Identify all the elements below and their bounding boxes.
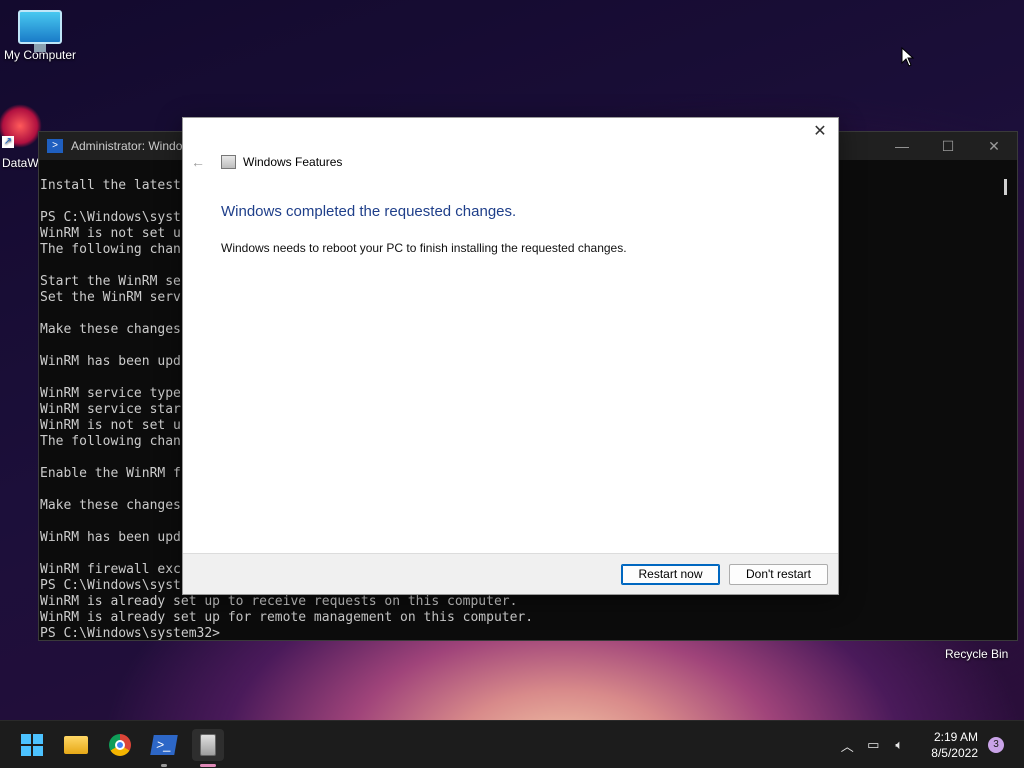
restart-now-button[interactable]: Restart now	[621, 564, 720, 585]
system-tray: ︿ ▭ 🔈︎ 2:19 AM 8/5/2022 3	[835, 721, 1024, 768]
chrome-button[interactable]	[104, 729, 136, 761]
dont-restart-button[interactable]: Don't restart	[729, 564, 828, 585]
chrome-icon	[109, 734, 131, 756]
recycle-bin-label[interactable]: Recycle Bin	[945, 647, 1008, 661]
chevron-up-icon[interactable]: ︿	[835, 736, 859, 755]
close-icon[interactable]: ✕	[810, 122, 830, 142]
active-indicator	[200, 764, 216, 767]
back-arrow-icon[interactable]: ←	[191, 154, 207, 170]
windows-features-taskbar-button[interactable]	[192, 729, 224, 767]
close-icon[interactable]: ✕	[971, 138, 1017, 155]
datawin-app-icon: ↗	[0, 104, 42, 148]
start-button[interactable]	[16, 729, 48, 761]
powershell-icon: >	[47, 139, 63, 153]
maximize-icon[interactable]: ☐	[925, 138, 971, 155]
windows-features-icon	[221, 155, 236, 169]
dialog-footer: Restart now Don't restart	[183, 553, 838, 594]
folder-icon	[64, 736, 88, 754]
scrollbar-thumb[interactable]	[1004, 179, 1007, 195]
console-line: PS C:\Windows\system32>	[40, 626, 221, 641]
terminal-title: Administrator: Windo	[71, 139, 183, 153]
notification-badge[interactable]: 3	[988, 737, 1004, 753]
dialog-message: Windows needs to reboot your PC to finis…	[221, 241, 627, 255]
shortcut-arrow-icon: ↗	[2, 136, 14, 148]
console-line: WinRM is already set up for remote manag…	[40, 610, 534, 625]
taskbar: >_ ︿ ▭ 🔈︎ 2:19 AM 8/5/2022 3	[0, 720, 1024, 768]
windows-logo-icon	[21, 734, 43, 756]
powershell-button[interactable]: >_	[148, 729, 180, 767]
console-line: WinRM is already set up to receive reque…	[40, 594, 518, 609]
network-icon[interactable]: ▭	[861, 737, 885, 753]
clock-time: 2:19 AM	[933, 730, 978, 744]
file-explorer-button[interactable]	[60, 729, 92, 761]
clock-date: 8/5/2022	[931, 746, 978, 760]
clock[interactable]: 2:19 AM 8/5/2022	[931, 729, 978, 761]
monitor-icon	[18, 10, 62, 52]
datawin-label: DataW	[2, 156, 39, 170]
dialog-heading: Windows completed the requested changes.	[221, 203, 517, 220]
my-computer-desktop-icon[interactable]: My Computer	[0, 10, 80, 62]
powershell-icon: >_	[150, 735, 178, 755]
running-indicator	[161, 764, 167, 767]
dialog-title: Windows Features	[243, 155, 343, 169]
minimize-icon[interactable]: —	[879, 138, 925, 155]
windows-features-dialog: ✕ ← Windows Features Windows completed t…	[182, 117, 839, 595]
speaker-icon[interactable]: 🔈︎	[887, 737, 911, 753]
windows-features-icon	[200, 734, 216, 756]
